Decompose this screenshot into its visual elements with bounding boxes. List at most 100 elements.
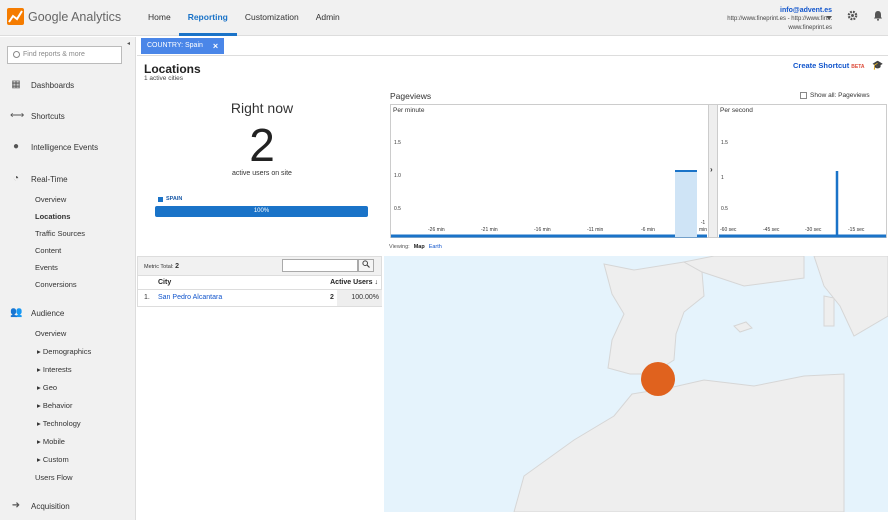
metric-total: Metric Total: 2 xyxy=(144,263,179,270)
sidebar: Find reports & more ◂ ▦ Dashboards ⟷ Sho… xyxy=(0,37,136,520)
x-tick: -21 min xyxy=(481,227,498,233)
chevron-down-icon[interactable] xyxy=(826,16,832,20)
sidebar-item-rt-events[interactable]: Events xyxy=(35,263,58,272)
percent-value: 100.00% xyxy=(337,290,382,306)
sidebar-label: Demographics xyxy=(42,347,92,356)
sidebar-label: Mobile xyxy=(42,437,65,446)
collapse-sidebar-icon[interactable]: ◂ xyxy=(127,40,135,50)
sidebar-label: Dashboards xyxy=(31,80,75,90)
x-tick: -16 min xyxy=(534,227,551,233)
realtime-icon: ◔ xyxy=(12,173,20,184)
sidebar-label: Real-Time xyxy=(31,174,68,184)
location-map[interactable] xyxy=(384,256,888,512)
pageviews-chart-svg xyxy=(391,170,886,238)
y-tick: 1.0 xyxy=(394,173,401,179)
y-tick: 1.5 xyxy=(394,140,401,146)
acquisition-icon: ➜ xyxy=(11,500,21,511)
x-tick: -45 sec xyxy=(763,227,780,233)
view-toggle: Viewing: Map Earth xyxy=(389,244,442,250)
sidebar-item-rt-traffic[interactable]: Traffic Sources xyxy=(35,229,85,238)
dashboards-icon: ▦ xyxy=(11,79,21,90)
x-tick: -15 sec xyxy=(848,227,865,233)
metric-total-bar: Metric Total: 2 xyxy=(137,256,382,276)
table-header: City Active Users ↓ xyxy=(137,276,382,290)
city-link[interactable]: San Pedro Alcantara xyxy=(158,294,222,301)
nav-reporting[interactable]: Reporting xyxy=(178,0,237,36)
per-minute-label: Per minute xyxy=(393,107,425,114)
map-view-tab[interactable]: Map xyxy=(414,244,425,250)
bell-icon[interactable] xyxy=(873,10,883,24)
sidebar-item-realtime[interactable]: ◔ Real-Time xyxy=(10,174,68,184)
sidebar-item-rt-conversions[interactable]: Conversions xyxy=(35,280,77,289)
account-property: http://www.fineprint.es - http://www.fin… xyxy=(727,16,832,22)
x-tick: -26 min xyxy=(428,227,445,233)
pageviews-title: Pageviews xyxy=(390,91,432,101)
country-filter-chip[interactable]: COUNTRY: Spain × xyxy=(141,38,225,54)
sidebar-item-dashboards[interactable]: ▦ Dashboards xyxy=(10,80,74,90)
filter-label: COUNTRY: Spain xyxy=(147,42,203,49)
nav-home[interactable]: Home xyxy=(139,0,180,36)
minute-bar-highlight xyxy=(675,170,697,237)
account-view: www.fineprint.es xyxy=(788,25,832,31)
sidebar-item-aud-demographics[interactable]: ▸ Demographics xyxy=(37,347,91,356)
segment-bar: COUNTRY: Spain × xyxy=(137,37,888,56)
sidebar-item-rt-content[interactable]: Content xyxy=(35,246,61,255)
search-icon[interactable] xyxy=(358,259,374,272)
nav-customization[interactable]: Customization xyxy=(236,0,308,36)
sidebar-item-rt-locations[interactable]: Locations xyxy=(35,212,70,221)
sidebar-item-audience[interactable]: 👥 Audience xyxy=(10,308,64,318)
sidebar-item-aud-technology[interactable]: ▸ Technology xyxy=(37,419,81,428)
search-input[interactable]: Find reports & more xyxy=(7,46,122,64)
sidebar-label: Geo xyxy=(42,383,58,392)
table-search-input[interactable] xyxy=(282,259,358,272)
show-all-toggle[interactable]: Show all: Pageviews xyxy=(800,92,870,99)
land-africa xyxy=(513,373,845,512)
sidebar-item-aud-behavior[interactable]: ▸ Behavior xyxy=(37,401,72,410)
sidebar-item-acquisition[interactable]: ➜ Acquisition xyxy=(10,501,70,511)
checkbox[interactable] xyxy=(800,92,807,99)
sidebar-item-shortcuts[interactable]: ⟷ Shortcuts xyxy=(10,111,65,121)
analytics-logo-icon xyxy=(7,8,24,25)
chevron-right-icon: › xyxy=(710,165,713,174)
chart-divider[interactable]: › xyxy=(708,105,718,237)
y-tick: 0.5 xyxy=(721,206,728,212)
sidebar-item-rt-overview[interactable]: Overview xyxy=(35,195,66,204)
create-shortcut-link[interactable]: Create Shortcut BETA xyxy=(793,61,865,70)
sidebar-item-aud-usersflow[interactable]: Users Flow xyxy=(35,473,73,482)
shortcuts-icon: ⟷ xyxy=(10,110,25,121)
sidebar-label: Acquisition xyxy=(31,501,70,511)
col-active-users[interactable]: Active Users ↓ xyxy=(330,279,378,286)
location-marker[interactable] xyxy=(641,362,675,396)
row-number: 1. xyxy=(144,294,150,301)
account-selector[interactable]: info@advent.es http://www.fineprint.es -… xyxy=(727,6,832,33)
sort-down-icon: ↓ xyxy=(374,279,379,286)
close-icon[interactable]: × xyxy=(213,38,218,54)
sidebar-item-aud-overview[interactable]: Overview xyxy=(35,329,66,338)
land-island xyxy=(733,321,753,333)
y-tick: 1.5 xyxy=(721,140,728,146)
sidebar-label: Custom xyxy=(42,455,69,464)
sidebar-item-aud-custom[interactable]: ▸ Custom xyxy=(37,455,69,464)
sidebar-label: Interests xyxy=(42,365,72,374)
sidebar-item-aud-interests[interactable]: ▸ Interests xyxy=(37,365,72,374)
sidebar-item-aud-geo[interactable]: ▸ Geo xyxy=(37,383,57,392)
table-row: 1. San Pedro Alcantara 2 100.00% xyxy=(137,290,382,307)
graduation-cap-icon[interactable]: 🎓 xyxy=(872,60,883,71)
x-tick: -1 min xyxy=(698,220,708,233)
sidebar-item-aud-mobile[interactable]: ▸ Mobile xyxy=(37,437,65,446)
show-all-label: Show all: Pageviews xyxy=(810,92,870,99)
x-tick: -60 sec xyxy=(720,227,737,233)
country-legend: SPAIN xyxy=(158,196,182,202)
main-nav: Home Reporting Customization Admin xyxy=(139,0,348,36)
audience-icon: 👥 xyxy=(10,307,23,318)
viewing-label: Viewing: xyxy=(389,244,410,250)
sidebar-item-intelligence[interactable]: ● Intelligence Events xyxy=(10,142,98,152)
page-subtitle: 1 active cities xyxy=(144,75,184,82)
country-share-bar: 100% xyxy=(155,206,368,217)
nav-admin[interactable]: Admin xyxy=(307,0,349,36)
y-tick: 0.5 xyxy=(394,206,401,212)
ga-logo[interactable]: Google Analytics xyxy=(7,8,121,25)
col-city[interactable]: City xyxy=(158,279,171,286)
earth-view-tab[interactable]: Earth xyxy=(429,244,442,250)
gear-icon[interactable] xyxy=(847,10,858,24)
